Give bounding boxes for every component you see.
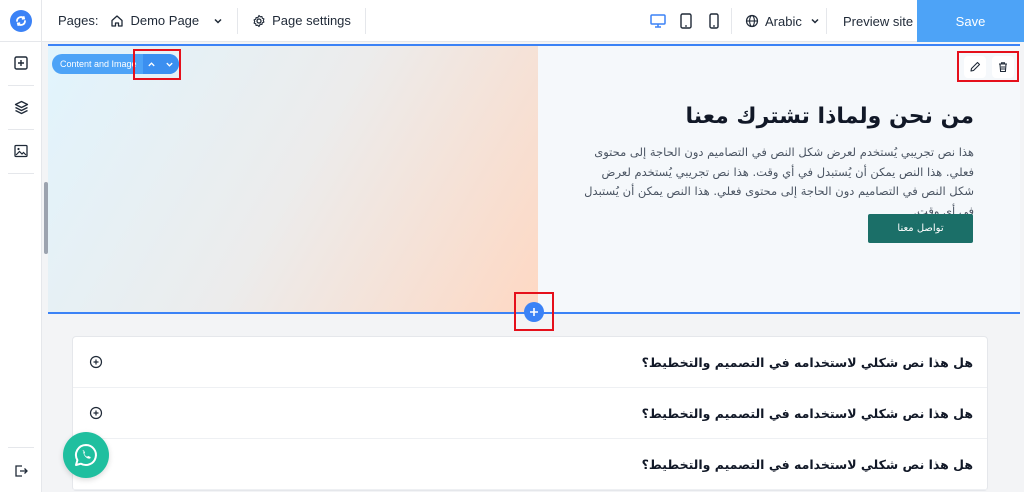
divider (826, 8, 827, 34)
language-label: Arabic (765, 13, 802, 29)
exit-icon (14, 464, 28, 478)
plus-circle-icon[interactable] (89, 406, 103, 420)
section-body-text[interactable]: هذا نص تجريبي يُستخدم لعرض شكل النص في ا… (578, 143, 974, 221)
page-settings-button[interactable]: Page settings (252, 0, 351, 42)
faq-item[interactable]: هل هذا نص شكلي لاستخدامه في التصميم والت… (73, 388, 987, 439)
add-section-icon (14, 56, 28, 70)
section-image[interactable] (48, 46, 538, 314)
plus-circle-icon[interactable] (89, 355, 103, 369)
divider (731, 8, 732, 34)
whatsapp-button[interactable] (63, 432, 109, 478)
highlight-box (957, 51, 1019, 82)
faq-item[interactable]: هل هذا نص شكلي لاستخدامه في التصميم والت… (73, 337, 987, 388)
app-logo[interactable] (0, 0, 42, 42)
faq-question: هل هذا نص شكلي لاستخدامه في التصميم والت… (641, 405, 973, 421)
language-selector[interactable]: Arabic (745, 0, 820, 42)
pages-label: Pages: (58, 13, 99, 28)
highlight-box (514, 292, 554, 331)
page-name: Demo Page (130, 13, 200, 28)
media-button[interactable] (0, 130, 42, 172)
whatsapp-icon (73, 442, 99, 468)
refresh-logo-icon (9, 9, 32, 32)
add-section-button[interactable] (0, 42, 42, 84)
mobile-icon[interactable] (704, 11, 724, 31)
divider (364, 7, 366, 34)
faq-item[interactable]: هل هذا نص شكلي لاستخدامه في التصميم والت… (73, 439, 987, 490)
content-image-section[interactable]: Content and Image من نحن ولماذا تشترك مع… (48, 44, 1020, 314)
page-selector[interactable]: Pages: Demo Page (42, 0, 223, 42)
section-heading[interactable]: من نحن ولماذا تشترك معنا (578, 104, 974, 129)
layers-button[interactable] (0, 86, 42, 128)
faq-accordion: هل هذا نص شكلي لاستخدامه في التصميم والت… (72, 336, 988, 491)
contact-us-button[interactable]: تواصل معنا (868, 214, 973, 243)
faq-question: هل هذا نص شكلي لاستخدامه في التصميم والت… (641, 354, 973, 370)
editor-canvas: Content and Image من نحن ولماذا تشترك مع… (48, 42, 1024, 492)
gear-icon (252, 14, 266, 28)
left-rail (0, 42, 42, 492)
faq-question: هل هذا نص شكلي لاستخدامه في التصميم والت… (641, 456, 973, 472)
highlight-box (133, 49, 181, 80)
media-icon (14, 144, 28, 158)
contact-us-label: تواصل معنا (897, 223, 944, 234)
layers-icon (14, 100, 29, 115)
tablet-icon[interactable] (676, 11, 696, 31)
section-content: من نحن ولماذا تشترك معنا هذا نص تجريبي ي… (578, 104, 974, 221)
divider (8, 447, 34, 448)
divider (237, 7, 239, 34)
chevron-down-icon (810, 16, 820, 26)
preview-site-button[interactable]: Preview site (843, 0, 913, 42)
globe-icon (745, 14, 759, 28)
top-bar: Pages: Demo Page Page settings Arabic Pr… (0, 0, 1024, 42)
divider (8, 173, 34, 174)
page-settings-label: Page settings (272, 13, 351, 28)
home-icon (110, 14, 124, 28)
preview-label: Preview site (843, 13, 914, 29)
save-label: Save (955, 13, 986, 29)
section-type-label: Content and Image (60, 59, 137, 69)
device-switcher (648, 0, 724, 42)
desktop-icon[interactable] (648, 11, 668, 31)
exit-button[interactable] (0, 450, 42, 492)
save-button[interactable]: Save (917, 0, 1024, 42)
chevron-down-icon (213, 16, 223, 26)
